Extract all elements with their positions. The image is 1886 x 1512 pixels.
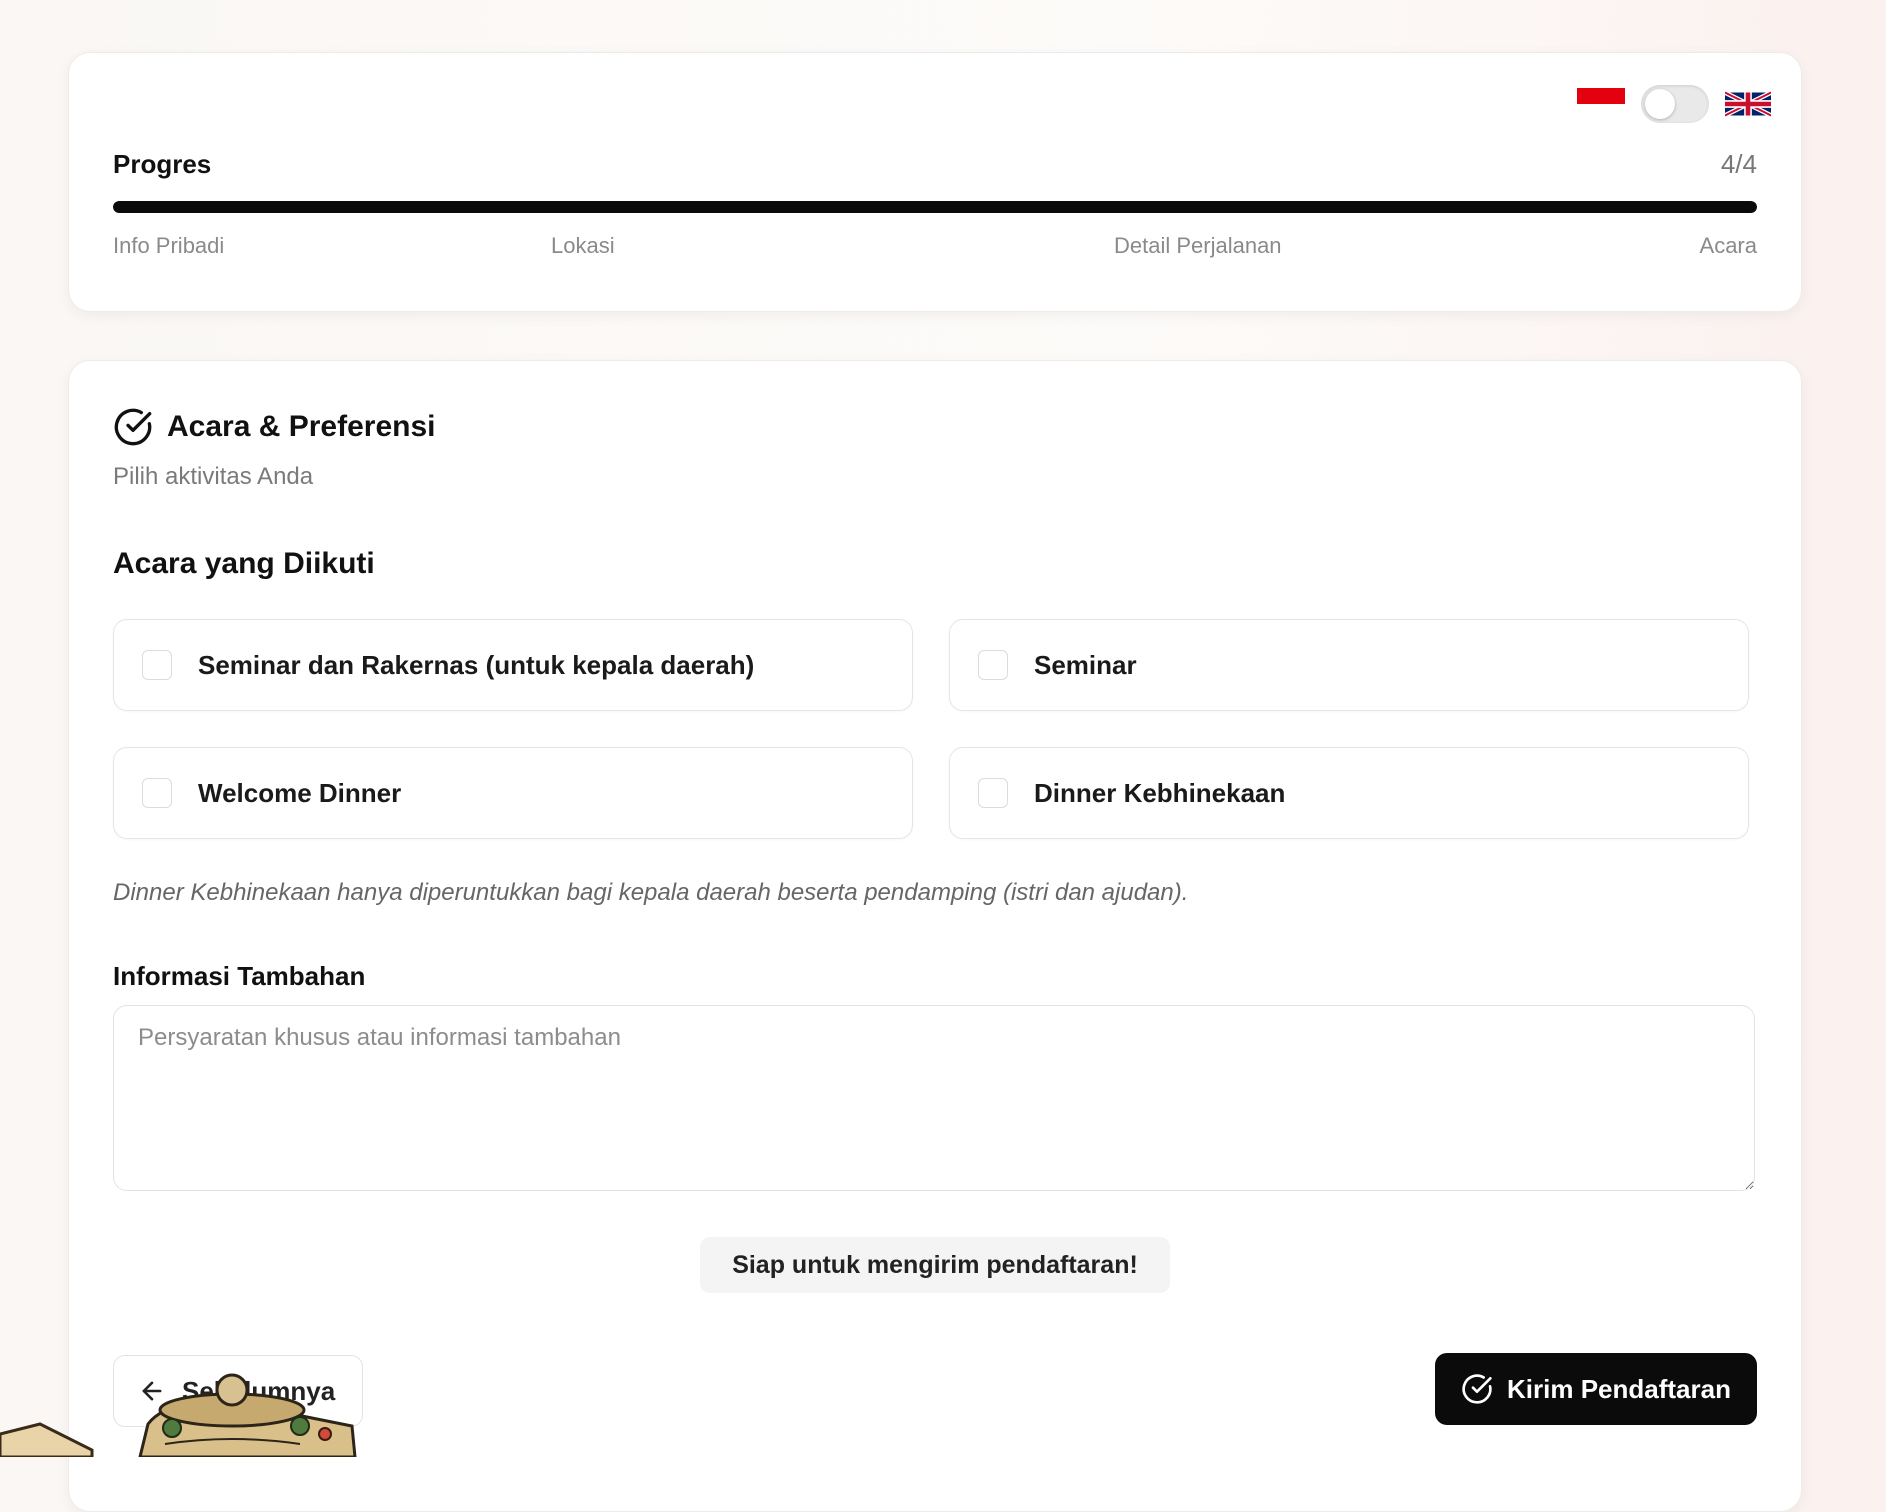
additional-info-textarea[interactable] xyxy=(113,1005,1755,1191)
section-header: Acara & Preferensi xyxy=(113,407,435,447)
submit-button-label: Kirim Pendaftaran xyxy=(1507,1373,1731,1404)
events-note: Dinner Kebhinekaan hanya diperuntukkan b… xyxy=(113,879,1189,906)
mascot-illustration-icon xyxy=(0,1373,357,1457)
progress-count: 4/4 xyxy=(1720,149,1757,179)
ready-status-badge: Siap untuk mengirim pendaftaran! xyxy=(700,1237,1170,1293)
uk-flag-icon xyxy=(1725,90,1771,118)
step-info-pribadi: Info Pribadi xyxy=(113,233,225,258)
progress-steps: Info Pribadi Lokasi Detail Perjalanan Ac… xyxy=(113,233,1757,263)
progress-card: Progres 4/4 Info Pribadi Lokasi Detail P… xyxy=(68,52,1802,312)
events-group-title: Acara yang Diikuti xyxy=(113,547,375,580)
step-acara: Acara xyxy=(1699,233,1757,258)
toggle-knob xyxy=(1645,89,1675,119)
event-option-seminar[interactable]: Seminar xyxy=(949,619,1749,711)
events-form-card: Acara & Preferensi Pilih aktivitas Anda … xyxy=(68,360,1802,1512)
event-option-welcome-dinner[interactable]: Welcome Dinner xyxy=(113,747,913,839)
additional-info-label: Informasi Tambahan xyxy=(113,961,366,991)
progress-label: Progres xyxy=(113,149,212,179)
section-subtitle: Pilih aktivitas Anda xyxy=(113,463,314,490)
language-toggle[interactable] xyxy=(1641,85,1709,123)
step-detail-perjalanan: Detail Perjalanan xyxy=(1114,233,1282,258)
event-option-label: Welcome Dinner xyxy=(198,777,402,808)
progress-bar-fill xyxy=(113,201,1757,213)
event-checkbox[interactable] xyxy=(142,778,172,808)
indonesia-flag-icon xyxy=(1577,88,1625,120)
event-option-label: Dinner Kebhinekaan xyxy=(1034,777,1286,808)
submit-registration-button[interactable]: Kirim Pendaftaran xyxy=(1435,1353,1757,1425)
event-option-seminar-rakernas[interactable]: Seminar dan Rakernas (untuk kepala daera… xyxy=(113,619,913,711)
event-checkbox[interactable] xyxy=(978,650,1008,680)
circle-check-icon xyxy=(114,408,152,446)
progress-bar xyxy=(113,201,1757,213)
event-checkbox[interactable] xyxy=(142,650,172,680)
event-option-dinner-kebhinekaan[interactable]: Dinner Kebhinekaan xyxy=(949,747,1749,839)
event-option-label: Seminar xyxy=(1034,649,1137,680)
circle-check-icon xyxy=(1462,1374,1492,1404)
event-option-label: Seminar dan Rakernas (untuk kepala daera… xyxy=(198,649,755,680)
event-checkbox[interactable] xyxy=(978,778,1008,808)
section-title: Acara & Preferensi xyxy=(167,410,436,443)
language-switcher xyxy=(1577,85,1771,123)
step-lokasi: Lokasi xyxy=(551,233,615,258)
